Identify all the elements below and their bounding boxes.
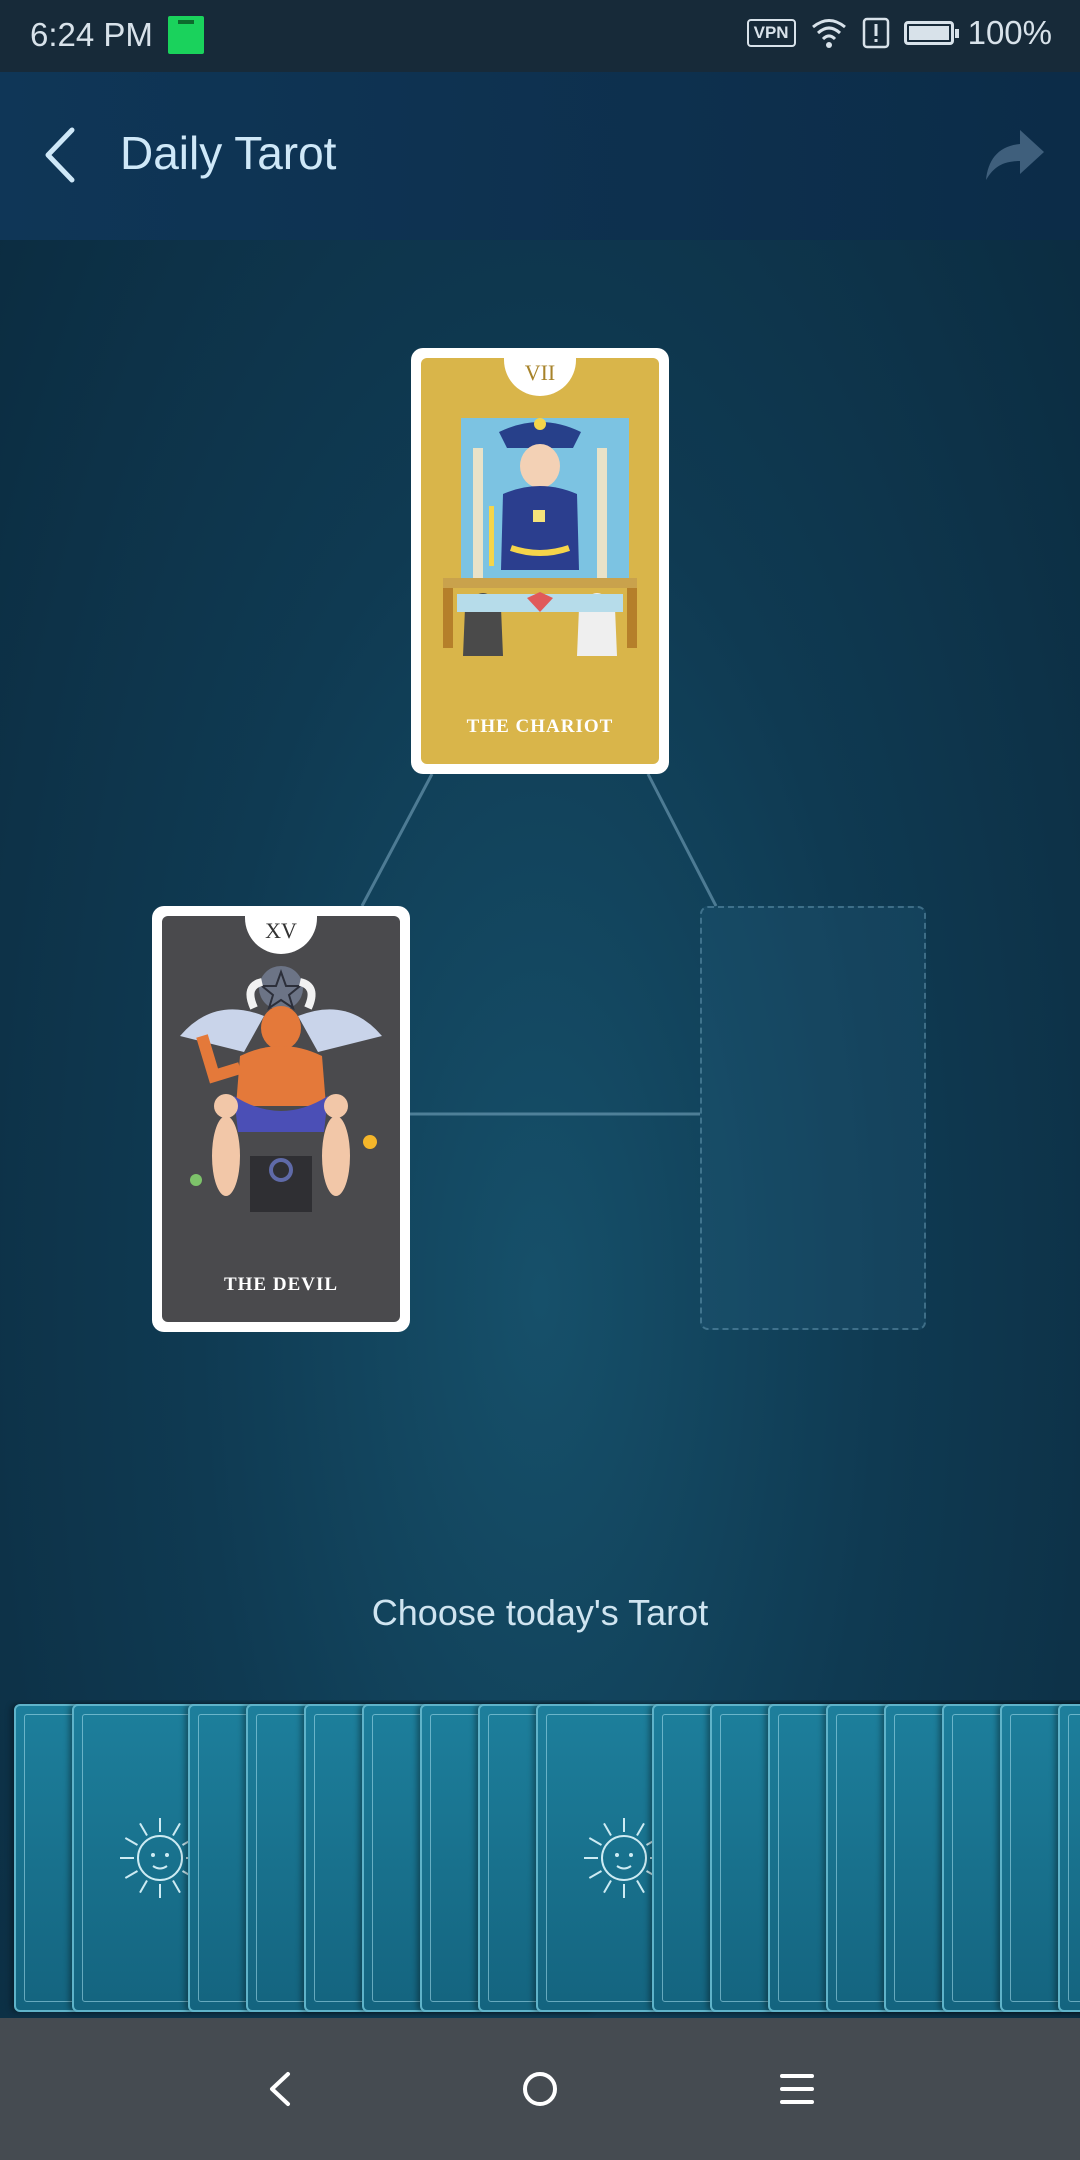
card-name: THE CHARIOT xyxy=(466,716,614,737)
card-name: THE DEVIL xyxy=(223,1274,339,1295)
tarot-card-chariot[interactable]: VII THE CHARIOT xyxy=(411,348,669,774)
empty-card-slot[interactable] xyxy=(700,906,926,1330)
card-face: XV THE DEVIL xyxy=(162,916,400,1322)
devil-illustration xyxy=(180,966,382,1212)
home-nav-icon[interactable] xyxy=(505,2054,575,2124)
chariot-illustration xyxy=(443,418,637,656)
deck-card-back[interactable] xyxy=(1058,1704,1080,2012)
card-back-border xyxy=(1068,1714,1080,2002)
choose-tarot-prompt: Choose today's Tarot xyxy=(371,1592,709,1633)
card-numeral: VII xyxy=(504,358,576,396)
card-numeral: XV xyxy=(245,916,317,954)
tarot-deck[interactable] xyxy=(0,1700,1080,2018)
menu-nav-icon[interactable] xyxy=(762,2054,832,2124)
system-nav-bar xyxy=(0,2018,1080,2160)
card-face: VII THE CHARIOT xyxy=(421,358,659,764)
tarot-card-devil[interactable]: XV THE DEVIL xyxy=(152,906,410,1332)
back-nav-icon[interactable] xyxy=(246,2054,316,2124)
daily-tarot-screen: 6:24 PM VPN 100% Daily Tarot VII THE CHA… xyxy=(0,0,1080,2160)
